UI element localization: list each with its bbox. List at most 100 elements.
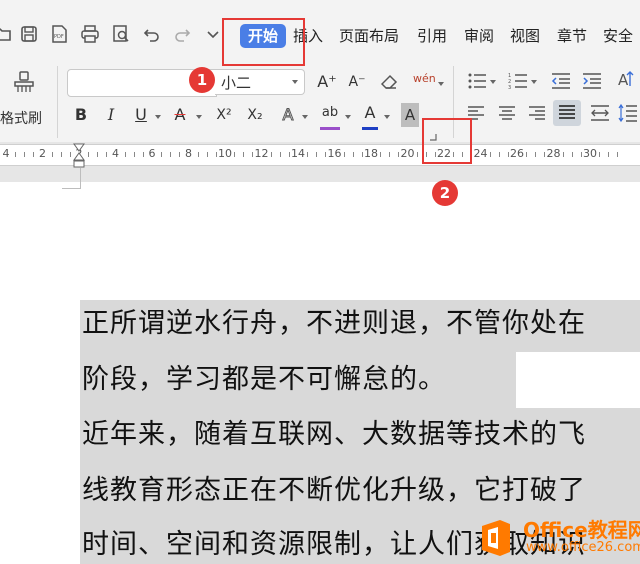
selection-gap: [516, 352, 640, 408]
ruler-tick: [389, 152, 391, 157]
chevron-down-icon[interactable]: [155, 115, 161, 119]
ruler-number: 14: [291, 147, 305, 160]
folder-icon[interactable]: [0, 24, 12, 44]
ruler-tick: [507, 152, 509, 157]
ruler-tick: [142, 152, 144, 157]
highlight-box-dialog-launcher: [422, 118, 472, 164]
ruler-number: 12: [254, 147, 269, 160]
char-shading-button[interactable]: A: [401, 103, 419, 127]
ruler-tick: [288, 152, 290, 157]
ruler-tick: [361, 152, 363, 157]
format-painter-label[interactable]: 格式刷: [0, 108, 42, 128]
ruler-tick: [215, 152, 217, 157]
ruler-tick: [270, 152, 272, 157]
eraser-icon[interactable]: [379, 72, 399, 92]
print-preview-icon[interactable]: [111, 24, 131, 44]
text-direction-icon[interactable]: A: [616, 70, 638, 90]
font-color-button[interactable]: A: [362, 103, 378, 130]
ruler-tick: [535, 152, 537, 157]
paragraph-line[interactable]: 阶段，学习都是不可懈怠的。: [82, 361, 446, 399]
ruler-tick: [15, 152, 17, 157]
step-badge-2: 2: [432, 180, 458, 206]
ruler-tick: [544, 152, 546, 157]
save-icon[interactable]: [19, 24, 39, 44]
ruler-tick: [197, 152, 199, 157]
office-logo-icon: [476, 518, 516, 558]
ruler-tick: [133, 152, 135, 157]
ruler-tick: [307, 152, 309, 157]
chevron-down-icon[interactable]: [384, 115, 390, 119]
ruler-tick: [398, 152, 400, 157]
ruler-tick: [88, 152, 90, 157]
highlight-button[interactable]: ab: [320, 103, 340, 130]
align-center-icon[interactable]: [498, 105, 516, 121]
pdf-icon[interactable]: PDF: [49, 24, 69, 44]
chevron-down-icon[interactable]: [490, 80, 496, 84]
tab-chapter[interactable]: 章节: [557, 24, 587, 48]
watermark: Office教程网 www.office26.com: [474, 512, 640, 564]
undo-icon[interactable]: [142, 24, 162, 44]
ruler-tick: [562, 152, 564, 157]
ruler-tick: [51, 152, 53, 157]
justify-button[interactable]: [553, 100, 581, 126]
page-margin-corner: [62, 168, 81, 189]
underline-button[interactable]: U: [132, 103, 150, 127]
ruler-tick: [179, 152, 181, 157]
paragraph-line[interactable]: 线教育形态正在不断优化升级，它打破了: [82, 472, 586, 510]
bold-button[interactable]: B: [72, 103, 90, 127]
line-spacing-icon[interactable]: [618, 103, 638, 123]
tab-security[interactable]: 安全: [603, 24, 633, 48]
paragraph-line[interactable]: 近年来，随着互联网、大数据等技术的飞: [82, 416, 586, 454]
step-badge-1: 1: [189, 67, 215, 93]
pinyin-guide-button[interactable]: wén: [413, 72, 436, 85]
tab-references[interactable]: 引用: [417, 24, 447, 48]
ruler-tick: [69, 152, 71, 157]
highlight-box-home-tab: [222, 18, 305, 66]
ruler-tick: [599, 152, 601, 157]
print-icon[interactable]: [80, 24, 100, 44]
ruler-tick: [124, 152, 126, 157]
font-size-value: 小二: [221, 74, 252, 92]
italic-button[interactable]: I: [102, 103, 120, 127]
numbered-list-icon[interactable]: 123: [508, 72, 528, 91]
tab-view[interactable]: 视图: [510, 24, 540, 48]
ruler-tick: [234, 152, 236, 157]
align-right-icon[interactable]: [528, 105, 546, 121]
indent-marker-icon[interactable]: [72, 143, 86, 169]
tab-page-layout[interactable]: 页面布局: [339, 24, 399, 48]
ruler-tick: [416, 152, 418, 157]
chevron-down-icon[interactable]: [438, 82, 444, 86]
decrease-indent-icon[interactable]: [551, 72, 571, 90]
strikethrough-button[interactable]: A: [171, 103, 189, 127]
ruler-tick: [571, 152, 573, 157]
text-effect-button[interactable]: A: [279, 103, 297, 127]
chevron-down-icon[interactable]: [302, 115, 308, 119]
shrink-font-button[interactable]: A⁻: [346, 70, 368, 94]
bullet-list-icon[interactable]: [467, 72, 487, 90]
superscript-button[interactable]: X²: [213, 103, 235, 127]
ruler-tick: [325, 152, 327, 157]
increase-indent-icon[interactable]: [582, 72, 602, 90]
ruler-tick: [617, 152, 619, 157]
ruler-number: 10: [218, 147, 232, 160]
distributed-align-icon[interactable]: [590, 103, 610, 123]
tab-review[interactable]: 审阅: [464, 24, 494, 48]
more-icon[interactable]: [203, 24, 223, 44]
ruler-number: 4: [112, 147, 119, 160]
ruler-tick: [343, 152, 345, 157]
chevron-down-icon[interactable]: [345, 115, 351, 119]
grow-font-button[interactable]: A⁺: [316, 70, 338, 94]
redo-icon[interactable]: [172, 24, 192, 44]
ruler-tick: [33, 152, 35, 157]
ruler-tick: [170, 152, 172, 157]
chevron-down-icon[interactable]: [196, 115, 202, 119]
chevron-down-icon[interactable]: [531, 80, 537, 84]
paragraph-line[interactable]: 正所谓逆水行舟，不进则退，不管你处在: [82, 305, 586, 343]
font-size-select[interactable]: 小二: [215, 69, 305, 95]
format-painter-icon[interactable]: [12, 70, 36, 94]
ruler-tick: [526, 152, 528, 157]
svg-text:PDF: PDF: [54, 34, 64, 40]
subscript-button[interactable]: X₂: [244, 103, 266, 127]
ruler-tick: [60, 152, 62, 157]
watermark-url: www.office26.com: [526, 540, 640, 555]
